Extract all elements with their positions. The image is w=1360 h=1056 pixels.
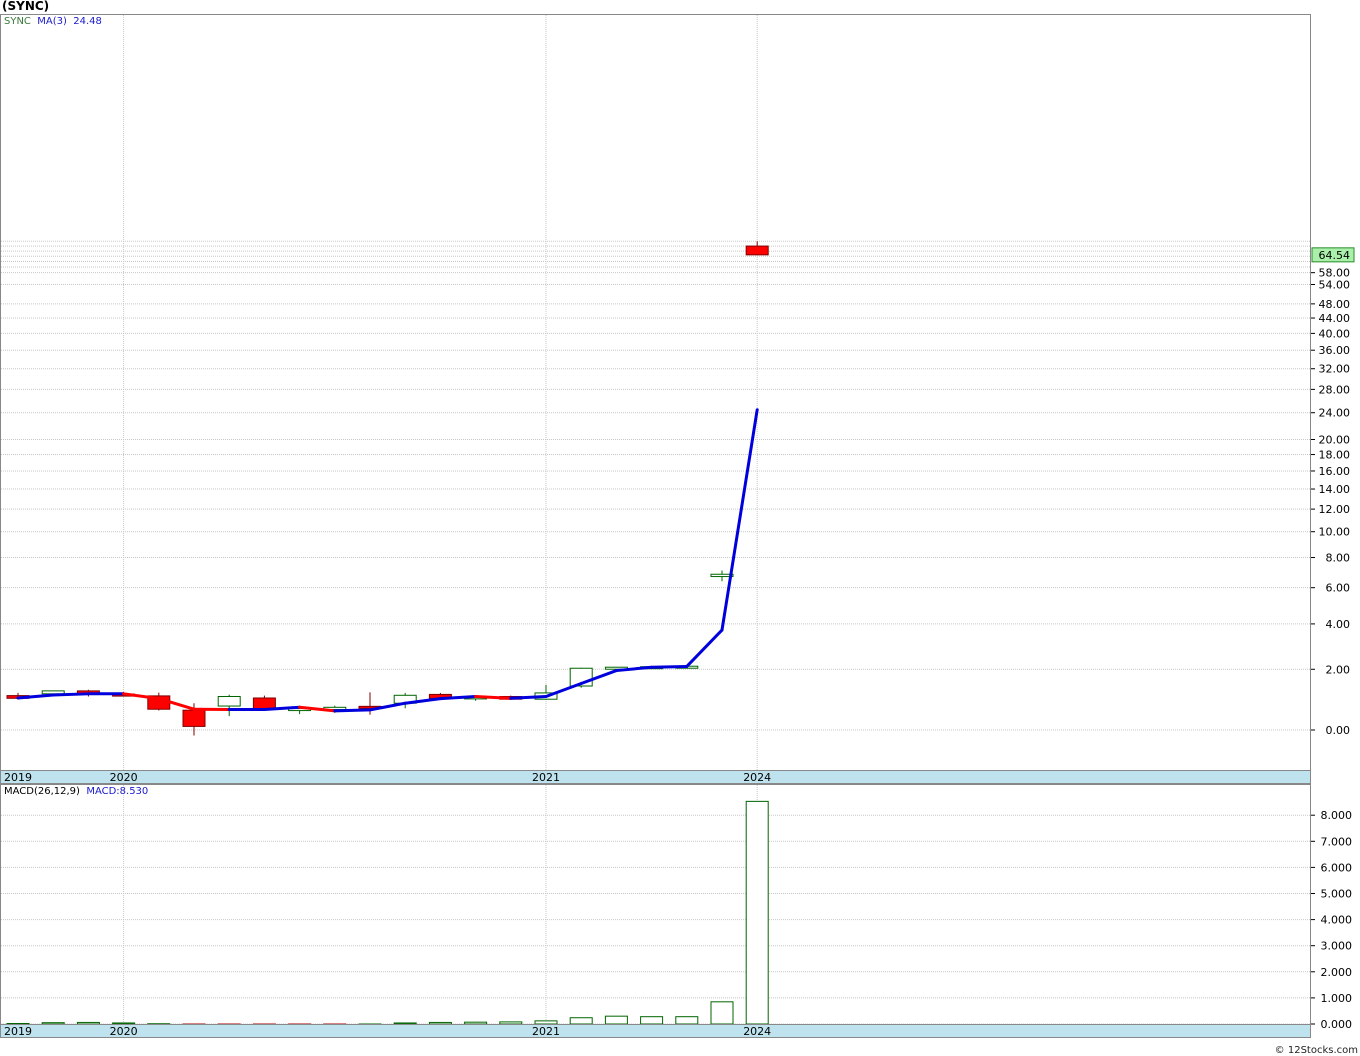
price-legend: SYNC MA(3) 24.48 bbox=[4, 16, 102, 27]
price-x-tick-label: 2021 bbox=[532, 771, 560, 784]
ma-segment bbox=[51, 692, 90, 697]
macd-bar bbox=[41, 1022, 65, 1025]
macd-x-tick-label: 2021 bbox=[532, 1025, 560, 1038]
macd-y-tick-label: 2.000 bbox=[1321, 966, 1353, 979]
macd-bar bbox=[675, 1016, 699, 1025]
price-y-tick-label: 28.00 bbox=[1319, 383, 1351, 396]
candle-body bbox=[182, 709, 206, 727]
macd-panel-frame bbox=[0, 784, 1311, 1025]
macd-y-tick-label: 6.000 bbox=[1321, 861, 1353, 874]
price-y-tick-label: 48.00 bbox=[1319, 298, 1351, 311]
price-y-tick-label: 54.00 bbox=[1319, 279, 1351, 292]
macd-y-tick-label: 1.000 bbox=[1321, 992, 1353, 1005]
price-panel-frame bbox=[0, 14, 1311, 771]
ma-segment bbox=[333, 708, 372, 713]
macd-bar bbox=[499, 1021, 523, 1025]
legend-macd-value: MACD:8.530 bbox=[86, 786, 149, 797]
ma-segment bbox=[650, 664, 689, 669]
ma-segment bbox=[474, 694, 513, 700]
candle-body bbox=[745, 245, 769, 256]
price-y-tick-label: 32.00 bbox=[1319, 363, 1351, 376]
macd-x-axis-band bbox=[0, 1024, 1311, 1038]
macd-legend: MACD(26,12,9) MACD:8.530 bbox=[4, 786, 148, 797]
macd-bar bbox=[393, 1022, 417, 1025]
macd-bar bbox=[464, 1021, 488, 1025]
macd-x-tick-label: 2019 bbox=[4, 1025, 32, 1038]
price-y-tick-label: 0.00 bbox=[1326, 724, 1351, 737]
chart-canvas: 2019 2019 2020 2020 2021 2021 2024 2024 0.00 2.0… bbox=[0, 14, 1355, 1038]
legend-ma-value: 24.48 bbox=[73, 16, 102, 27]
footer-credit: © 12Stocks.com bbox=[1274, 1045, 1358, 1056]
price-y-tick-label: 20.00 bbox=[1319, 433, 1351, 446]
price-y-tick-label: 36.00 bbox=[1319, 344, 1351, 357]
macd-y-tick-label: 7.000 bbox=[1321, 835, 1353, 848]
price-y-tick-label: 24.00 bbox=[1319, 407, 1351, 420]
candle-body bbox=[217, 695, 241, 707]
legend-symbol: SYNC bbox=[4, 16, 31, 27]
macd-bar bbox=[569, 1017, 593, 1025]
macd-bar bbox=[76, 1021, 100, 1025]
macd-x-tick-label: 2020 bbox=[110, 1025, 138, 1038]
legend-ma-label: MA(3) bbox=[37, 16, 67, 27]
macd-y-tick-label: 0.000 bbox=[1321, 1018, 1353, 1031]
price-y-tick-label: 58.00 bbox=[1319, 267, 1351, 280]
macd-bar bbox=[428, 1021, 452, 1025]
macd-bar bbox=[604, 1015, 628, 1025]
macd-x-tick-label: 2024 bbox=[743, 1025, 771, 1038]
price-y-tick-label: 2.00 bbox=[1326, 663, 1351, 676]
price-y-tick-label: 8.00 bbox=[1326, 552, 1351, 565]
price-y-tick-label: 14.00 bbox=[1319, 483, 1351, 496]
price-y-tick-label: 4.00 bbox=[1326, 618, 1351, 631]
macd-bar bbox=[745, 800, 769, 1025]
ma-segment bbox=[509, 694, 548, 700]
macd-y-tick-label: 8.000 bbox=[1321, 809, 1353, 822]
price-y-tick-label: 6.00 bbox=[1326, 582, 1351, 595]
macd-bar bbox=[710, 1001, 734, 1025]
price-x-tick-label: 2019 bbox=[4, 771, 32, 784]
price-y-tick-label: 40.00 bbox=[1319, 327, 1351, 340]
macd-y-tick-label: 5.000 bbox=[1321, 888, 1353, 901]
price-x-axis-band bbox=[0, 770, 1311, 784]
price-y-tick-label: 10.00 bbox=[1319, 526, 1351, 539]
price-y-tick-label: 44.00 bbox=[1319, 312, 1351, 325]
price-x-tick-label: 2024 bbox=[743, 771, 771, 784]
macd-bar bbox=[640, 1016, 664, 1025]
price-y-tick-label: 18.00 bbox=[1319, 449, 1351, 462]
ma-segment bbox=[438, 694, 478, 701]
price-x-tick-label: 2020 bbox=[110, 771, 138, 784]
price-y-tick-label: 12.00 bbox=[1319, 503, 1351, 516]
macd-bar bbox=[534, 1020, 558, 1025]
macd-y-tick-label: 3.000 bbox=[1321, 940, 1353, 953]
legend-macd-label: MACD(26,12,9) bbox=[4, 786, 80, 797]
macd-y-tick-label: 4.000 bbox=[1321, 914, 1353, 927]
macd-bar bbox=[112, 1022, 136, 1025]
last-price-label: 64.54 bbox=[1319, 249, 1351, 262]
price-y-tick-label: 16.00 bbox=[1319, 465, 1351, 478]
